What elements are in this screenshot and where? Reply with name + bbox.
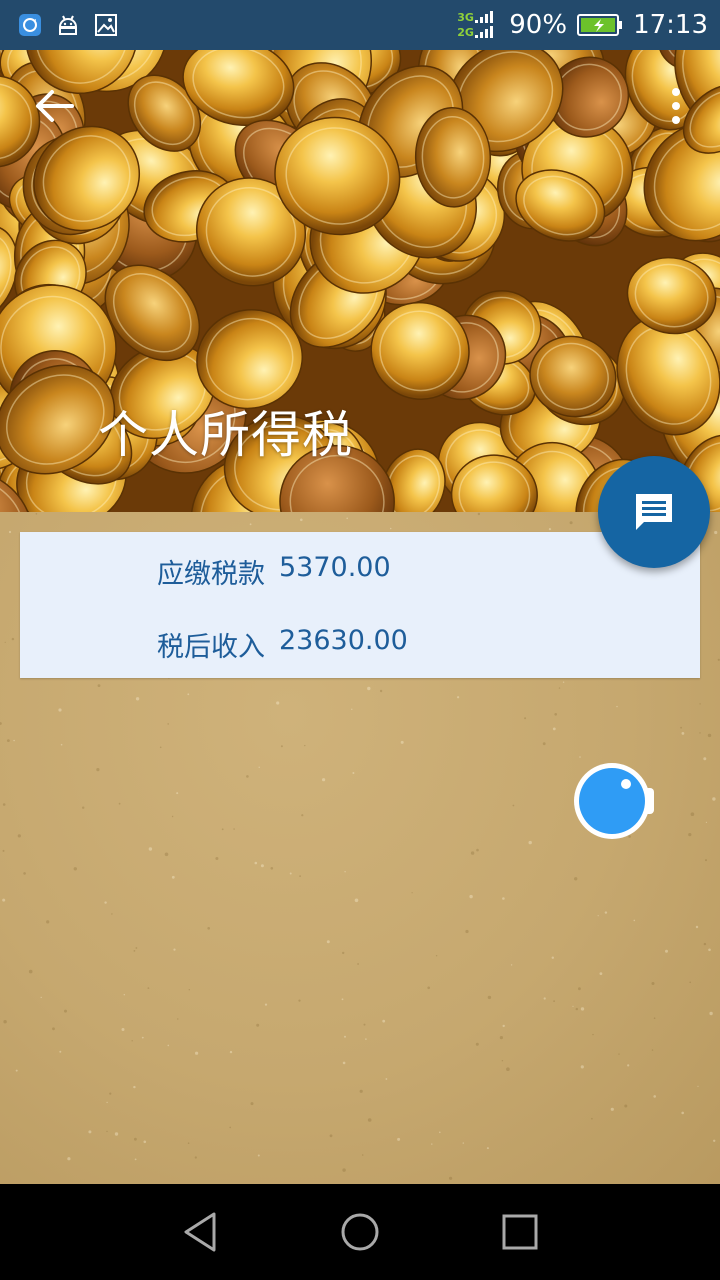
tax-row: 应缴税款 5370.00 [157, 552, 391, 591]
back-arrow-icon[interactable] [30, 86, 78, 126]
battery-charging-icon [577, 14, 623, 36]
clock: 17:13 [633, 10, 708, 40]
page-title: 个人所得税 [98, 406, 353, 464]
android-debug-icon [58, 15, 78, 35]
nav-home-icon[interactable] [334, 1206, 386, 1258]
signal-icon: 3G 2G [457, 8, 499, 42]
tax-value: 5370.00 [279, 552, 391, 583]
status-bar: 3G 2G 90% 17:13 [0, 0, 720, 50]
chat-message-icon [636, 494, 672, 530]
navigation-bar [0, 1184, 720, 1280]
sync-app-icon [19, 14, 41, 36]
after-tax-value: 23630.00 [279, 625, 408, 656]
status-notification-icons [18, 11, 118, 39]
nav-back-icon[interactable] [174, 1206, 226, 1258]
battery-percent: 90% [509, 10, 568, 40]
after-tax-label: 税后收入 [157, 632, 265, 663]
camera-bubble-icon[interactable] [572, 762, 656, 842]
tax-label: 应缴税款 [157, 559, 265, 590]
header-banner: 个人所得税 [0, 50, 720, 512]
more-vert-icon[interactable] [660, 84, 692, 128]
status-system-info: 3G 2G 90% 17:13 [457, 0, 708, 50]
result-card: 应缴税款 5370.00 税后收入 23630.00 [20, 532, 700, 678]
after-tax-row: 税后收入 23630.00 [157, 625, 408, 664]
nav-recents-icon[interactable] [494, 1206, 546, 1258]
image-notification-icon [95, 14, 117, 36]
message-fab-button[interactable] [598, 456, 710, 568]
